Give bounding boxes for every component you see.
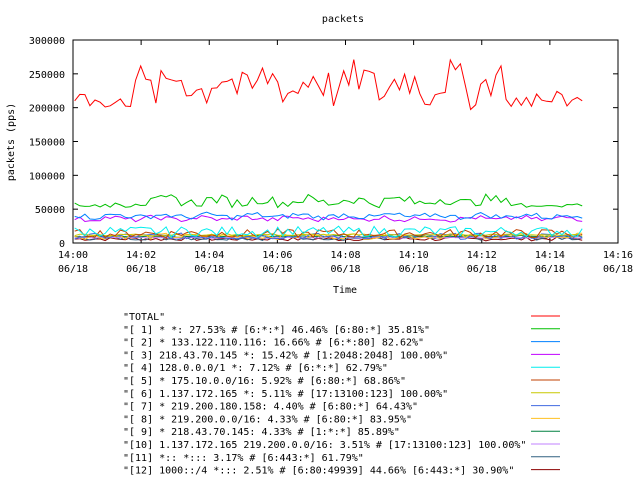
series-lines (74, 58, 583, 242)
y-tick-label: 250000 (29, 70, 65, 81)
x-tick-label-date: 06/18 (126, 264, 156, 275)
series-line (74, 193, 583, 209)
legend-label: "[ 5] * 175.10.0.0/16: 5.92% # [6:80:*] … (123, 376, 406, 387)
legend-label: "[ 4] 128.0.0.0/1 *: 7.12% # [6:*:*] 62.… (123, 363, 388, 374)
x-tick-label-date: 06/18 (330, 264, 360, 275)
x-tick-label-date: 06/18 (467, 264, 497, 275)
x-tick-label-time: 14:16 (603, 250, 633, 261)
y-tick-label: 0 (59, 239, 65, 250)
x-tick-label-time: 14:04 (194, 250, 224, 261)
x-tick-label-date: 06/18 (603, 264, 633, 275)
legend-label: "[ 7] * 219.200.180.158: 4.40% # [6:80:*… (123, 402, 418, 413)
x-axis-label: Time (333, 285, 357, 296)
legend-label: "[ 6] 1.137.172.165 *: 5.11% # [17:13100… (123, 389, 448, 400)
y-tick-label: 100000 (29, 171, 65, 182)
legend-label: "[11] *:: *::: 3.17% # [6:443:*] 61.79%" (123, 453, 364, 464)
x-tick-label-time: 14:00 (58, 250, 88, 261)
y-tick-label: 150000 (29, 138, 65, 149)
x-tick-label-date: 06/18 (262, 264, 292, 275)
legend-label: "[10] 1.137.172.165 219.200.0.0/16: 3.51… (123, 440, 526, 451)
x-tick-label-time: 14:10 (399, 250, 429, 261)
packets-chart: packets packets (pps) Time 0 50000 100000 1… (6, 14, 633, 477)
x-tick-label-time: 14:12 (467, 250, 497, 261)
x-tick-label-time: 14:02 (126, 250, 156, 261)
series-line (74, 58, 583, 111)
x-tick-label-date: 06/18 (58, 264, 88, 275)
x-tick-label-time: 14:06 (262, 250, 292, 261)
legend: "TOTAL" "[ 1] * *: 27.53% # [6:*:*] 46.46… (123, 312, 560, 477)
legend-label: "[ 3] 218.43.70.145 *: 15.42% # [1:2048:… (123, 350, 448, 361)
y-tick-label: 300000 (29, 36, 65, 47)
x-tick-label-time: 14:14 (535, 250, 565, 261)
plot-frame (72, 39, 619, 244)
chart-title: packets (322, 14, 364, 25)
legend-label: "TOTAL" (123, 312, 165, 323)
series-line (74, 211, 583, 221)
x-tick-label-date: 06/18 (399, 264, 429, 275)
y-axis-label: packets (pps) (6, 103, 17, 181)
legend-label: "[ 2] * 133.122.110.116: 16.66% # [6:*:8… (123, 338, 424, 349)
x-tick-label-date: 06/18 (535, 264, 565, 275)
legend-label: "[ 9] * 218.43.70.145: 4.33% # [1:*:*] 8… (123, 427, 400, 438)
y-tick-label: 50000 (35, 205, 65, 216)
legend-label: "[12] 1000::/4 *::: 2.51% # [6:80:49939]… (123, 466, 514, 477)
y-tick-label: 200000 (29, 104, 65, 115)
legend-label: "[ 1] * *: 27.53% # [6:*:*] 46.46% [6:80… (123, 325, 430, 336)
x-tick-label-date: 06/18 (194, 264, 224, 275)
x-tick-label-time: 14:08 (330, 250, 360, 261)
legend-label: "[ 8] * 219.200.0.0/16: 4.33% # [6:80:*]… (123, 414, 412, 425)
